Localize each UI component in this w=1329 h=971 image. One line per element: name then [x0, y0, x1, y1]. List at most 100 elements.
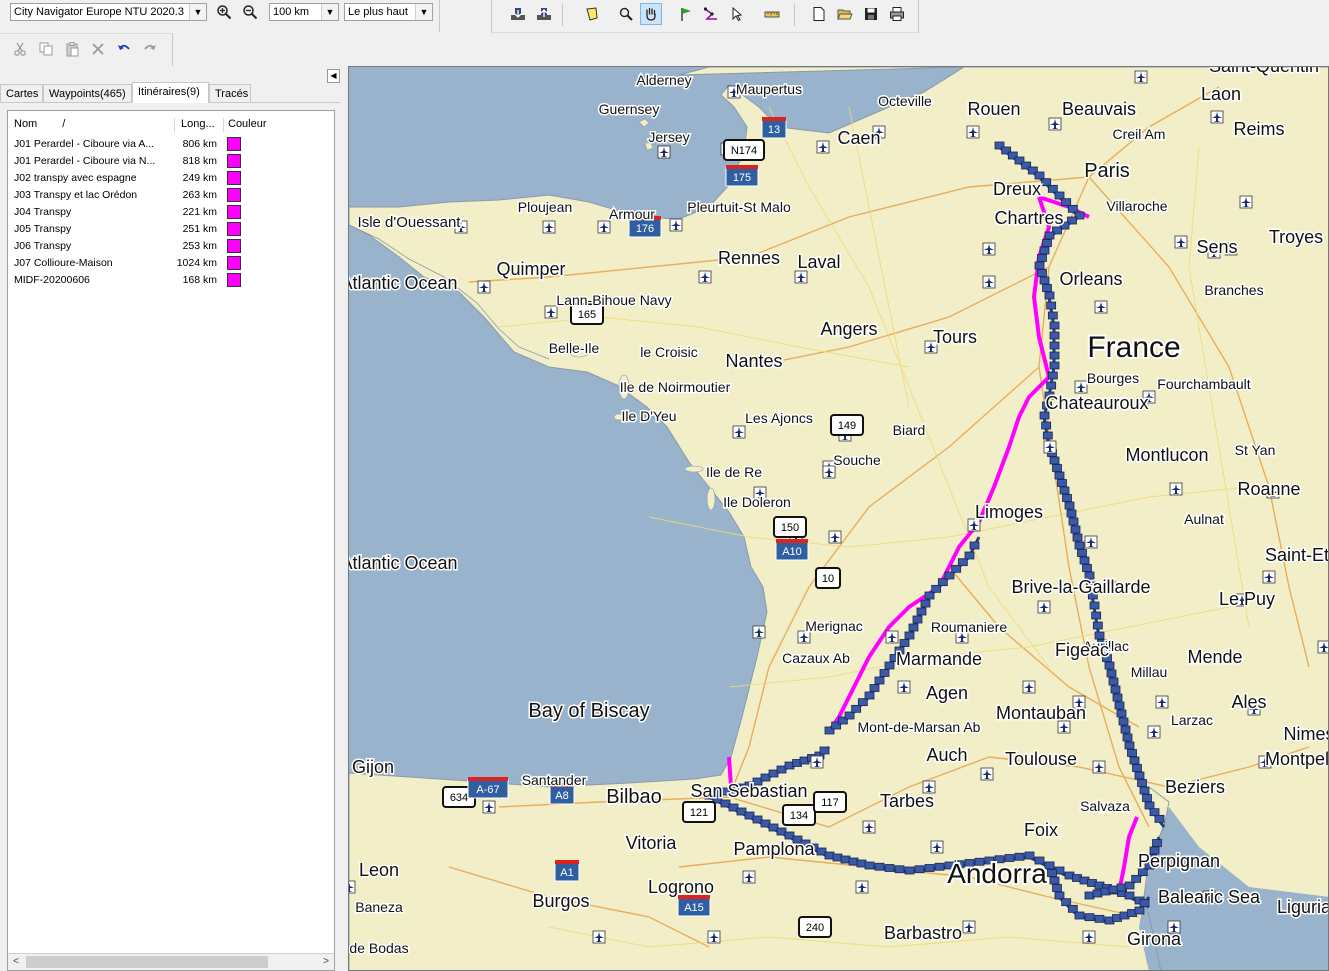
- waypoint-flag-icon[interactable]: [1124, 881, 1135, 890]
- waypoint-flag-icon[interactable]: [1041, 178, 1052, 187]
- route-row[interactable]: MIDF-20200606 168 km: [8, 272, 334, 289]
- waypoint-flag-icon[interactable]: [1034, 261, 1045, 270]
- route-tool-button[interactable]: [700, 3, 722, 25]
- route-color-swatch[interactable]: [227, 205, 241, 219]
- waypoint-flag-icon[interactable]: [1104, 661, 1115, 670]
- waypoint-flag-icon[interactable]: [1047, 371, 1058, 380]
- collapse-panel-button[interactable]: ◀: [327, 69, 340, 83]
- waypoint-flag-icon[interactable]: [916, 607, 927, 616]
- route-row[interactable]: J01 Perardel - Ciboure via A... 806 km: [8, 136, 334, 153]
- waypoint-flag-icon[interactable]: [1059, 486, 1070, 495]
- waypoint-flag-icon[interactable]: [1049, 361, 1060, 370]
- waypoint-flag-icon[interactable]: [924, 864, 935, 872]
- waypoint-flag-icon[interactable]: [1112, 693, 1123, 702]
- waypoint-flag-icon[interactable]: [1052, 464, 1062, 472]
- waypoint-flag-icon[interactable]: [1070, 525, 1081, 534]
- waypoint-flag-icon[interactable]: [1034, 171, 1045, 180]
- waypoint-flag-icon[interactable]: [1106, 669, 1117, 678]
- waypoint-flag-icon[interactable]: [1072, 533, 1083, 542]
- waypoint-flag-icon[interactable]: [1054, 191, 1065, 200]
- waypoint-flag-icon[interactable]: [1047, 184, 1058, 193]
- waypoint-flag-icon[interactable]: [1122, 733, 1133, 742]
- zoom-in-button[interactable]: [213, 1, 235, 23]
- waypoint-flag-icon[interactable]: [1127, 749, 1137, 757]
- waypoint-flag-icon[interactable]: [874, 862, 885, 871]
- waypoint-flag-icon[interactable]: [1054, 891, 1065, 900]
- route-color-swatch[interactable]: [227, 171, 241, 185]
- scroll-right-icon[interactable]: >: [318, 954, 334, 970]
- waypoint-flag-icon[interactable]: [1131, 874, 1142, 883]
- waypoint-flag-icon[interactable]: [1129, 756, 1140, 765]
- detail-level-select[interactable]: Le plus haut ▼: [344, 3, 433, 21]
- waypoint-flag-icon[interactable]: [964, 551, 975, 560]
- waypoint-flag-icon[interactable]: [1057, 479, 1067, 487]
- measure-tool-button[interactable]: [761, 3, 783, 25]
- waypoint-flag-icon[interactable]: [1124, 741, 1135, 750]
- pan-tool-button[interactable]: [640, 3, 662, 25]
- waypoint-flag-icon[interactable]: [869, 684, 880, 692]
- waypoint-flag-icon[interactable]: [1047, 869, 1057, 877]
- route-row[interactable]: J07 Collioure-Maison 1024 km: [8, 255, 334, 272]
- waypoint-flag-icon[interactable]: [1137, 779, 1147, 787]
- waypoint-flag-icon[interactable]: [1047, 311, 1058, 320]
- column-header-name[interactable]: Nom /: [14, 116, 164, 132]
- waypoint-flag-icon[interactable]: [1152, 839, 1162, 847]
- tab-tracks[interactable]: Tracés: [209, 84, 251, 102]
- undo-button[interactable]: [113, 38, 135, 60]
- waypoint-flag-icon[interactable]: [1134, 771, 1145, 780]
- waypoint-flag-icon[interactable]: [1108, 677, 1119, 686]
- waypoint-flag-icon[interactable]: [937, 578, 948, 587]
- waypoint-flag-icon[interactable]: [884, 864, 895, 872]
- route-color-swatch[interactable]: [227, 273, 241, 287]
- waypoint-flag-icon[interactable]: [1049, 331, 1060, 340]
- waypoint-flag-icon[interactable]: [1132, 764, 1142, 772]
- waypoint-flag-icon[interactable]: [884, 661, 895, 670]
- waypoint-flag-icon[interactable]: [1124, 891, 1135, 900]
- waypoint-flag-icon[interactable]: [1118, 717, 1129, 726]
- waypoint-flag-icon[interactable]: [1049, 321, 1060, 330]
- waypoint-flag-icon[interactable]: [1154, 814, 1165, 823]
- waypoint-flag-icon[interactable]: [1054, 471, 1065, 480]
- waypoint-flag-icon[interactable]: [1041, 421, 1052, 430]
- zoom-scale-select[interactable]: 100 km ▼: [269, 3, 339, 21]
- waypoint-flag-icon[interactable]: [1044, 291, 1055, 300]
- waypoint-flag-icon[interactable]: [914, 865, 925, 874]
- waypoint-flag-icon[interactable]: [920, 599, 931, 608]
- map-view[interactable]: 13 N174 175 176 165 149 150 A10 10 634 A-67 A8 121 13…: [348, 66, 1329, 971]
- waypoint-flag-icon[interactable]: [908, 623, 919, 632]
- horizontal-scrollbar[interactable]: < >: [8, 953, 334, 970]
- waypoint-flag-icon[interactable]: [924, 591, 935, 600]
- waypoint-flag-icon[interactable]: [957, 558, 968, 567]
- waypoint-flag-icon[interactable]: [1039, 411, 1050, 420]
- waypoint-flag-icon[interactable]: [1061, 898, 1072, 907]
- scroll-left-icon[interactable]: <: [8, 954, 24, 970]
- zoom-out-button[interactable]: [239, 1, 261, 23]
- waypoint-flag-icon[interactable]: [1079, 556, 1090, 565]
- open-file-button[interactable]: [834, 3, 856, 25]
- waypoint-flag-icon[interactable]: [1084, 913, 1095, 922]
- route-color-swatch[interactable]: [227, 154, 241, 168]
- route-row[interactable]: J02 transpy avec espagne 249 km: [8, 170, 334, 187]
- waypoint-flag-icon[interactable]: [1049, 351, 1060, 360]
- cut-button[interactable]: [9, 38, 31, 60]
- tab-maps[interactable]: Cartes: [0, 84, 43, 102]
- waypoint-flag-icon[interactable]: [1074, 911, 1085, 920]
- waypoint-flag-icon[interactable]: [857, 698, 868, 707]
- delete-button[interactable]: [87, 38, 109, 60]
- waypoint-flag-icon[interactable]: [1039, 276, 1050, 285]
- route-color-swatch[interactable]: [227, 188, 241, 202]
- tab-routes[interactable]: Itinéraires(9): [132, 82, 209, 103]
- redo-button[interactable]: [139, 38, 161, 60]
- waypoint-flag-icon[interactable]: [1092, 621, 1103, 630]
- waypoint-flag-icon[interactable]: [874, 676, 885, 685]
- route-row[interactable]: J01 Perardel - Ciboure via N... 818 km: [8, 153, 334, 170]
- send-to-device-button[interactable]: [533, 3, 555, 25]
- waypoint-flag-icon[interactable]: [879, 669, 890, 677]
- waypoint-flag-icon[interactable]: [1144, 801, 1155, 810]
- route-row[interactable]: J03 Transpy et lac Orédon 263 km: [8, 187, 334, 204]
- waypoint-flag-icon[interactable]: [864, 861, 875, 870]
- waypoint-flag-icon[interactable]: [1114, 701, 1125, 710]
- waypoint-flag-icon[interactable]: [1064, 501, 1075, 510]
- waypoint-flag-icon[interactable]: [1046, 381, 1057, 390]
- route-color-swatch[interactable]: [227, 137, 241, 151]
